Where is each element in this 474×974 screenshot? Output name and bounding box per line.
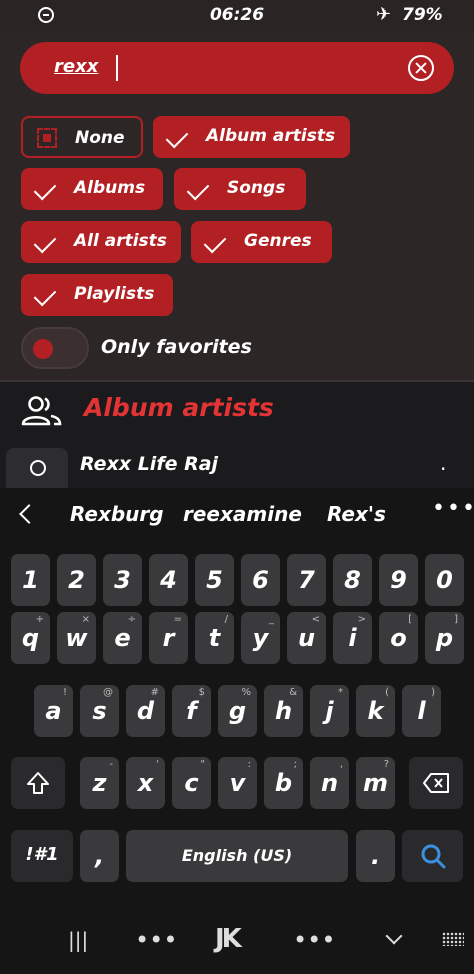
key-e[interactable]: ÷ e — [103, 612, 142, 664]
key-y[interactable]: _ y — [241, 612, 280, 664]
key-v[interactable]: :v — [218, 757, 257, 809]
list-item[interactable]: Rexx Life Raj · — [0, 444, 474, 492]
person-icon — [30, 460, 46, 476]
battery-percent: 79% — [402, 5, 443, 25]
navigation-bar: ||| ••• JK ••• — [0, 904, 474, 974]
section-title: Album artists — [84, 393, 274, 422]
key-a[interactable]: ! a — [34, 685, 73, 737]
panel-divider — [0, 380, 474, 382]
key-6[interactable]: 6 — [241, 554, 280, 606]
filter-none-button[interactable]: None — [21, 116, 143, 158]
recent-apps-button[interactable]: ||| — [68, 928, 88, 952]
only-favorites-label: Only favorites — [101, 336, 252, 358]
search-query: rexx — [54, 56, 99, 77]
key-o[interactable]: [o — [379, 612, 418, 664]
search-key[interactable] — [402, 830, 463, 882]
keyboard-switch-icon[interactable] — [442, 932, 464, 946]
key-u[interactable]: < u — [287, 612, 326, 664]
avatar — [6, 448, 68, 492]
key-z[interactable]: -z — [80, 757, 119, 809]
filter-genres-chip[interactable]: Genres — [191, 221, 332, 263]
shift-icon — [27, 772, 49, 794]
key-5[interactable]: 5 — [195, 554, 234, 606]
suggestion-2[interactable]: reexamine — [183, 502, 302, 526]
filter-all-artists-chip[interactable]: All artists — [21, 221, 181, 263]
shift-key[interactable] — [11, 757, 65, 809]
toggle-knob — [33, 339, 53, 359]
search-input[interactable]: rexx — [20, 42, 454, 94]
key-p[interactable]: ] p — [425, 612, 464, 664]
more-suggestions-icon[interactable]: ••• — [432, 496, 474, 521]
comma-key[interactable]: , — [80, 830, 119, 882]
keyboard-option-dots-left[interactable]: ••• — [135, 926, 177, 954]
backspace-key[interactable] — [409, 757, 463, 809]
key-4[interactable]: 4 — [149, 554, 188, 606]
key-d[interactable]: # d — [126, 685, 165, 737]
filter-genres-label: Genres — [244, 231, 312, 251]
more-options-icon[interactable]: · — [440, 459, 446, 479]
key-8[interactable]: 8 — [333, 554, 372, 606]
suggestion-bar: Rexburg reexamine Rex's ••• — [0, 488, 474, 544]
search-icon — [421, 844, 446, 869]
clear-search-icon[interactable] — [408, 55, 434, 81]
check-icon — [186, 177, 210, 201]
check-icon — [203, 230, 227, 254]
key-i[interactable]: > i — [333, 612, 372, 664]
key-b[interactable]: ; b — [264, 757, 303, 809]
key-n[interactable]: ,n — [310, 757, 349, 809]
chevron-left-icon[interactable] — [19, 504, 39, 524]
select-none-icon — [37, 128, 57, 148]
key-q[interactable]: + q — [11, 612, 50, 664]
filter-albums-label: Albums — [74, 178, 146, 198]
key-c[interactable]: " c — [172, 757, 211, 809]
filter-playlists-chip[interactable]: Playlists — [21, 274, 173, 316]
key-s[interactable]: @ s — [80, 685, 119, 737]
keyboard-logo-icon[interactable]: JK — [215, 924, 242, 954]
filter-album-artists-label: Album artists — [206, 126, 336, 146]
keyboard: 1 2 3 4 5 6 7 8 9 0 + q × w ÷ e = r / t _ y < u… — [0, 544, 474, 904]
key-j[interactable]: * j — [310, 685, 349, 737]
key-w[interactable]: × w — [57, 612, 96, 664]
symbols-key[interactable]: !#1 — [11, 830, 73, 882]
backspace-icon — [423, 773, 449, 793]
text-caret — [116, 55, 118, 81]
period-key[interactable]: . — [356, 830, 395, 882]
filter-playlists-label: Playlists — [74, 284, 155, 304]
check-icon — [33, 230, 57, 254]
keyboard-option-dots-right[interactable]: ••• — [293, 926, 335, 954]
filter-albums-chip[interactable]: Albums — [21, 168, 163, 210]
status-bar: 06:26 ✈ 79% — [0, 0, 474, 32]
key-3[interactable]: 3 — [103, 554, 142, 606]
filter-album-artists-chip[interactable]: Album artists — [153, 116, 350, 158]
key-7[interactable]: 7 — [287, 554, 326, 606]
key-9[interactable]: 9 — [379, 554, 418, 606]
key-l[interactable]: ) l — [402, 685, 441, 737]
filter-none-label: None — [75, 128, 125, 148]
key-0[interactable]: 0 — [425, 554, 464, 606]
hide-keyboard-icon[interactable] — [385, 927, 403, 945]
key-k[interactable]: (k — [356, 685, 395, 737]
space-key[interactable]: English (US) — [126, 830, 348, 882]
key-1[interactable]: 1 — [11, 554, 50, 606]
key-r[interactable]: = r — [149, 612, 188, 664]
artist-name: Rexx Life Raj — [80, 453, 219, 475]
check-icon — [33, 283, 57, 307]
airplane-mode-icon: ✈ — [376, 4, 392, 25]
key-m[interactable]: ? m — [356, 757, 395, 809]
filter-songs-chip[interactable]: Songs — [174, 168, 306, 210]
key-t[interactable]: / t — [195, 612, 234, 664]
only-favorites-toggle[interactable] — [21, 327, 89, 369]
suggestion-3[interactable]: Rex's — [327, 502, 386, 526]
key-g[interactable]: % g — [218, 685, 257, 737]
check-icon — [33, 177, 57, 201]
filter-all-artists-label: All artists — [74, 231, 167, 251]
key-2[interactable]: 2 — [57, 554, 96, 606]
key-x[interactable]: ' x — [126, 757, 165, 809]
check-icon — [165, 125, 189, 149]
suggestion-1[interactable]: Rexburg — [70, 502, 164, 526]
key-h[interactable]: & h — [264, 685, 303, 737]
filter-songs-label: Songs — [227, 178, 286, 198]
key-f[interactable]: $ f — [172, 685, 211, 737]
album-artists-icon — [21, 396, 62, 426]
